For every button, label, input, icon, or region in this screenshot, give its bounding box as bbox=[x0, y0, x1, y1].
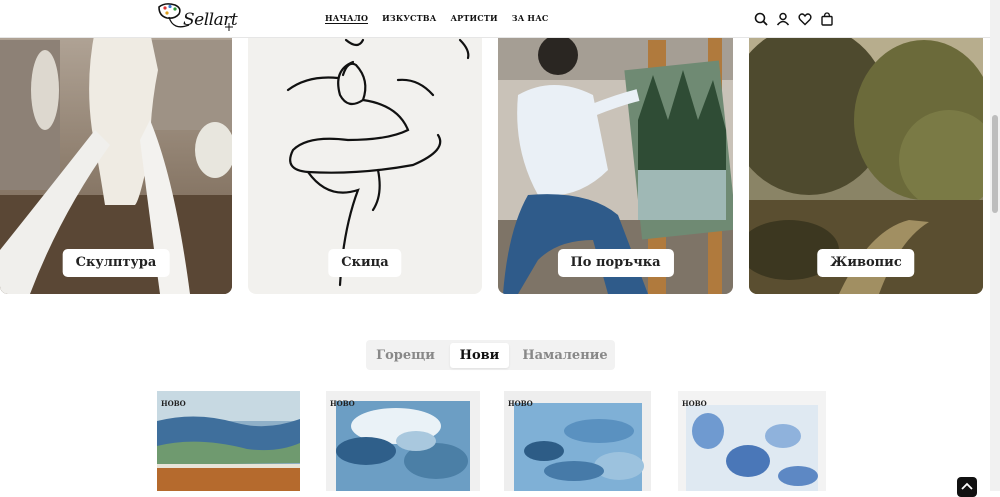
new-badge: НОВО bbox=[508, 399, 533, 408]
tab-hot[interactable]: Горещи bbox=[374, 343, 437, 368]
header-actions bbox=[754, 11, 834, 26]
category-label[interactable]: Живопис bbox=[817, 249, 915, 277]
nav-link-home[interactable]: НАЧАЛО bbox=[325, 13, 369, 24]
search-icon[interactable] bbox=[754, 11, 768, 26]
product-card[interactable]: НОВО bbox=[157, 391, 300, 491]
logo-text: Sellart bbox=[183, 10, 238, 30]
chevron-up-icon bbox=[961, 482, 973, 490]
back-to-top-button[interactable] bbox=[957, 477, 977, 497]
page-scrollbar[interactable] bbox=[990, 0, 1000, 491]
category-card-painting[interactable]: Живопис bbox=[749, 0, 983, 294]
nav-link-artists[interactable]: АРТИСТИ bbox=[450, 13, 497, 24]
category-card-commission[interactable]: По поръчка bbox=[498, 0, 733, 294]
category-card-sculpture[interactable]: Скулптура bbox=[0, 0, 232, 294]
category-label[interactable]: По поръчка bbox=[557, 249, 674, 277]
tab-new[interactable]: Нови bbox=[450, 343, 509, 368]
main-nav: НАЧАЛО ИЗКУСТВА АРТИСТИ ЗА НАС bbox=[325, 13, 562, 24]
new-badge: НОВО bbox=[330, 399, 355, 408]
product-card[interactable]: НОВО bbox=[326, 391, 480, 491]
site-header: Sellart НАЧАЛО ИЗКУСТВА АРТИСТИ ЗА НАС bbox=[0, 0, 990, 38]
new-badge: НОВО bbox=[682, 399, 707, 408]
category-card-sketch[interactable]: Скица bbox=[248, 0, 482, 294]
scrollbar-thumb[interactable] bbox=[992, 115, 998, 213]
heart-icon[interactable] bbox=[798, 11, 812, 26]
product-card[interactable]: НОВО bbox=[678, 391, 826, 491]
nav-link-arts[interactable]: ИЗКУСТВА bbox=[382, 13, 436, 24]
user-icon[interactable] bbox=[776, 11, 790, 26]
category-label[interactable]: Скулптура bbox=[62, 249, 170, 277]
product-card[interactable]: НОВО bbox=[504, 391, 651, 491]
category-label[interactable]: Скица bbox=[328, 249, 402, 277]
logo[interactable]: Sellart bbox=[155, 1, 238, 34]
nav-link-about[interactable]: ЗА НАС bbox=[512, 13, 549, 24]
tab-sale[interactable]: Намаление bbox=[522, 343, 608, 368]
product-tabs: Горещи Нови Намаление bbox=[366, 340, 615, 370]
new-badge: НОВО bbox=[161, 399, 186, 408]
bag-icon[interactable] bbox=[820, 11, 834, 26]
